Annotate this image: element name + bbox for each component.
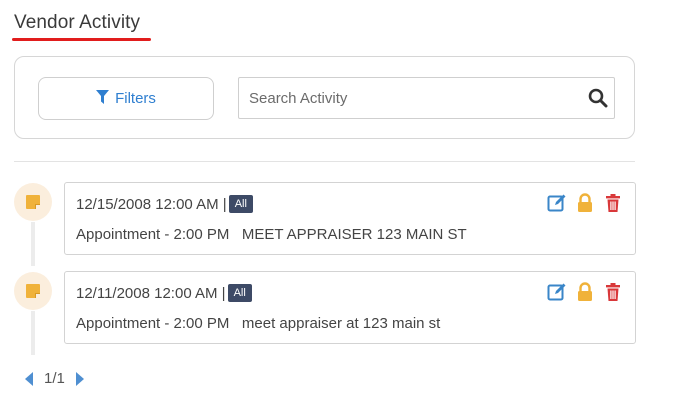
filters-button[interactable]: Filters [38,77,214,120]
delete-icon[interactable] [603,282,623,302]
note-marker-icon [14,272,52,310]
activity-actions [547,193,623,213]
page-title: Vendor Activity [14,12,141,33]
next-page-icon[interactable] [75,371,85,387]
filters-button-label: Filters [115,90,156,107]
timeline-connector [31,311,35,355]
activity-summary: Appointment - 2:00 PM MEET APPRAISER 123… [76,226,467,243]
sticky-note-icon [26,284,40,298]
visibility-badge: All [227,284,252,302]
lock-icon[interactable] [575,282,595,302]
sticky-note-icon [26,195,40,209]
timeline-connector [31,222,35,266]
edit-icon[interactable] [547,282,567,302]
search-input[interactable] [239,78,588,118]
page-indicator: 1/1 [44,370,65,387]
lock-icon[interactable] [575,193,595,213]
divider [14,161,635,162]
activity-summary: Appointment - 2:00 PM meet appraiser at … [76,315,441,332]
vendor-activity-page: Vendor Activity Filters 12/15/2008 1 [0,0,673,403]
activity-datetime: 12/11/2008 12:00 AM | [76,284,226,302]
edit-icon[interactable] [547,193,567,213]
activity-item: 12/15/2008 12:00 AM | All Appointment - … [64,182,636,255]
activity-actions [547,282,623,302]
delete-icon[interactable] [603,193,623,213]
note-marker-icon [14,183,52,221]
title-underline [12,38,151,41]
search-icon[interactable] [588,88,608,108]
pagination: 1/1 [24,370,85,387]
prev-page-icon[interactable] [24,371,34,387]
visibility-badge: All [228,195,253,213]
funnel-icon [96,89,110,108]
activity-item: 12/11/2008 12:00 AM | All Appointment - … [64,271,636,344]
activity-date: 12/15/2008 12:00 AM | All [76,195,253,213]
search-box [238,77,615,119]
activity-date: 12/11/2008 12:00 AM | All [76,284,252,302]
activity-datetime: 12/15/2008 12:00 AM | [76,195,227,213]
filter-panel: Filters [14,56,635,139]
